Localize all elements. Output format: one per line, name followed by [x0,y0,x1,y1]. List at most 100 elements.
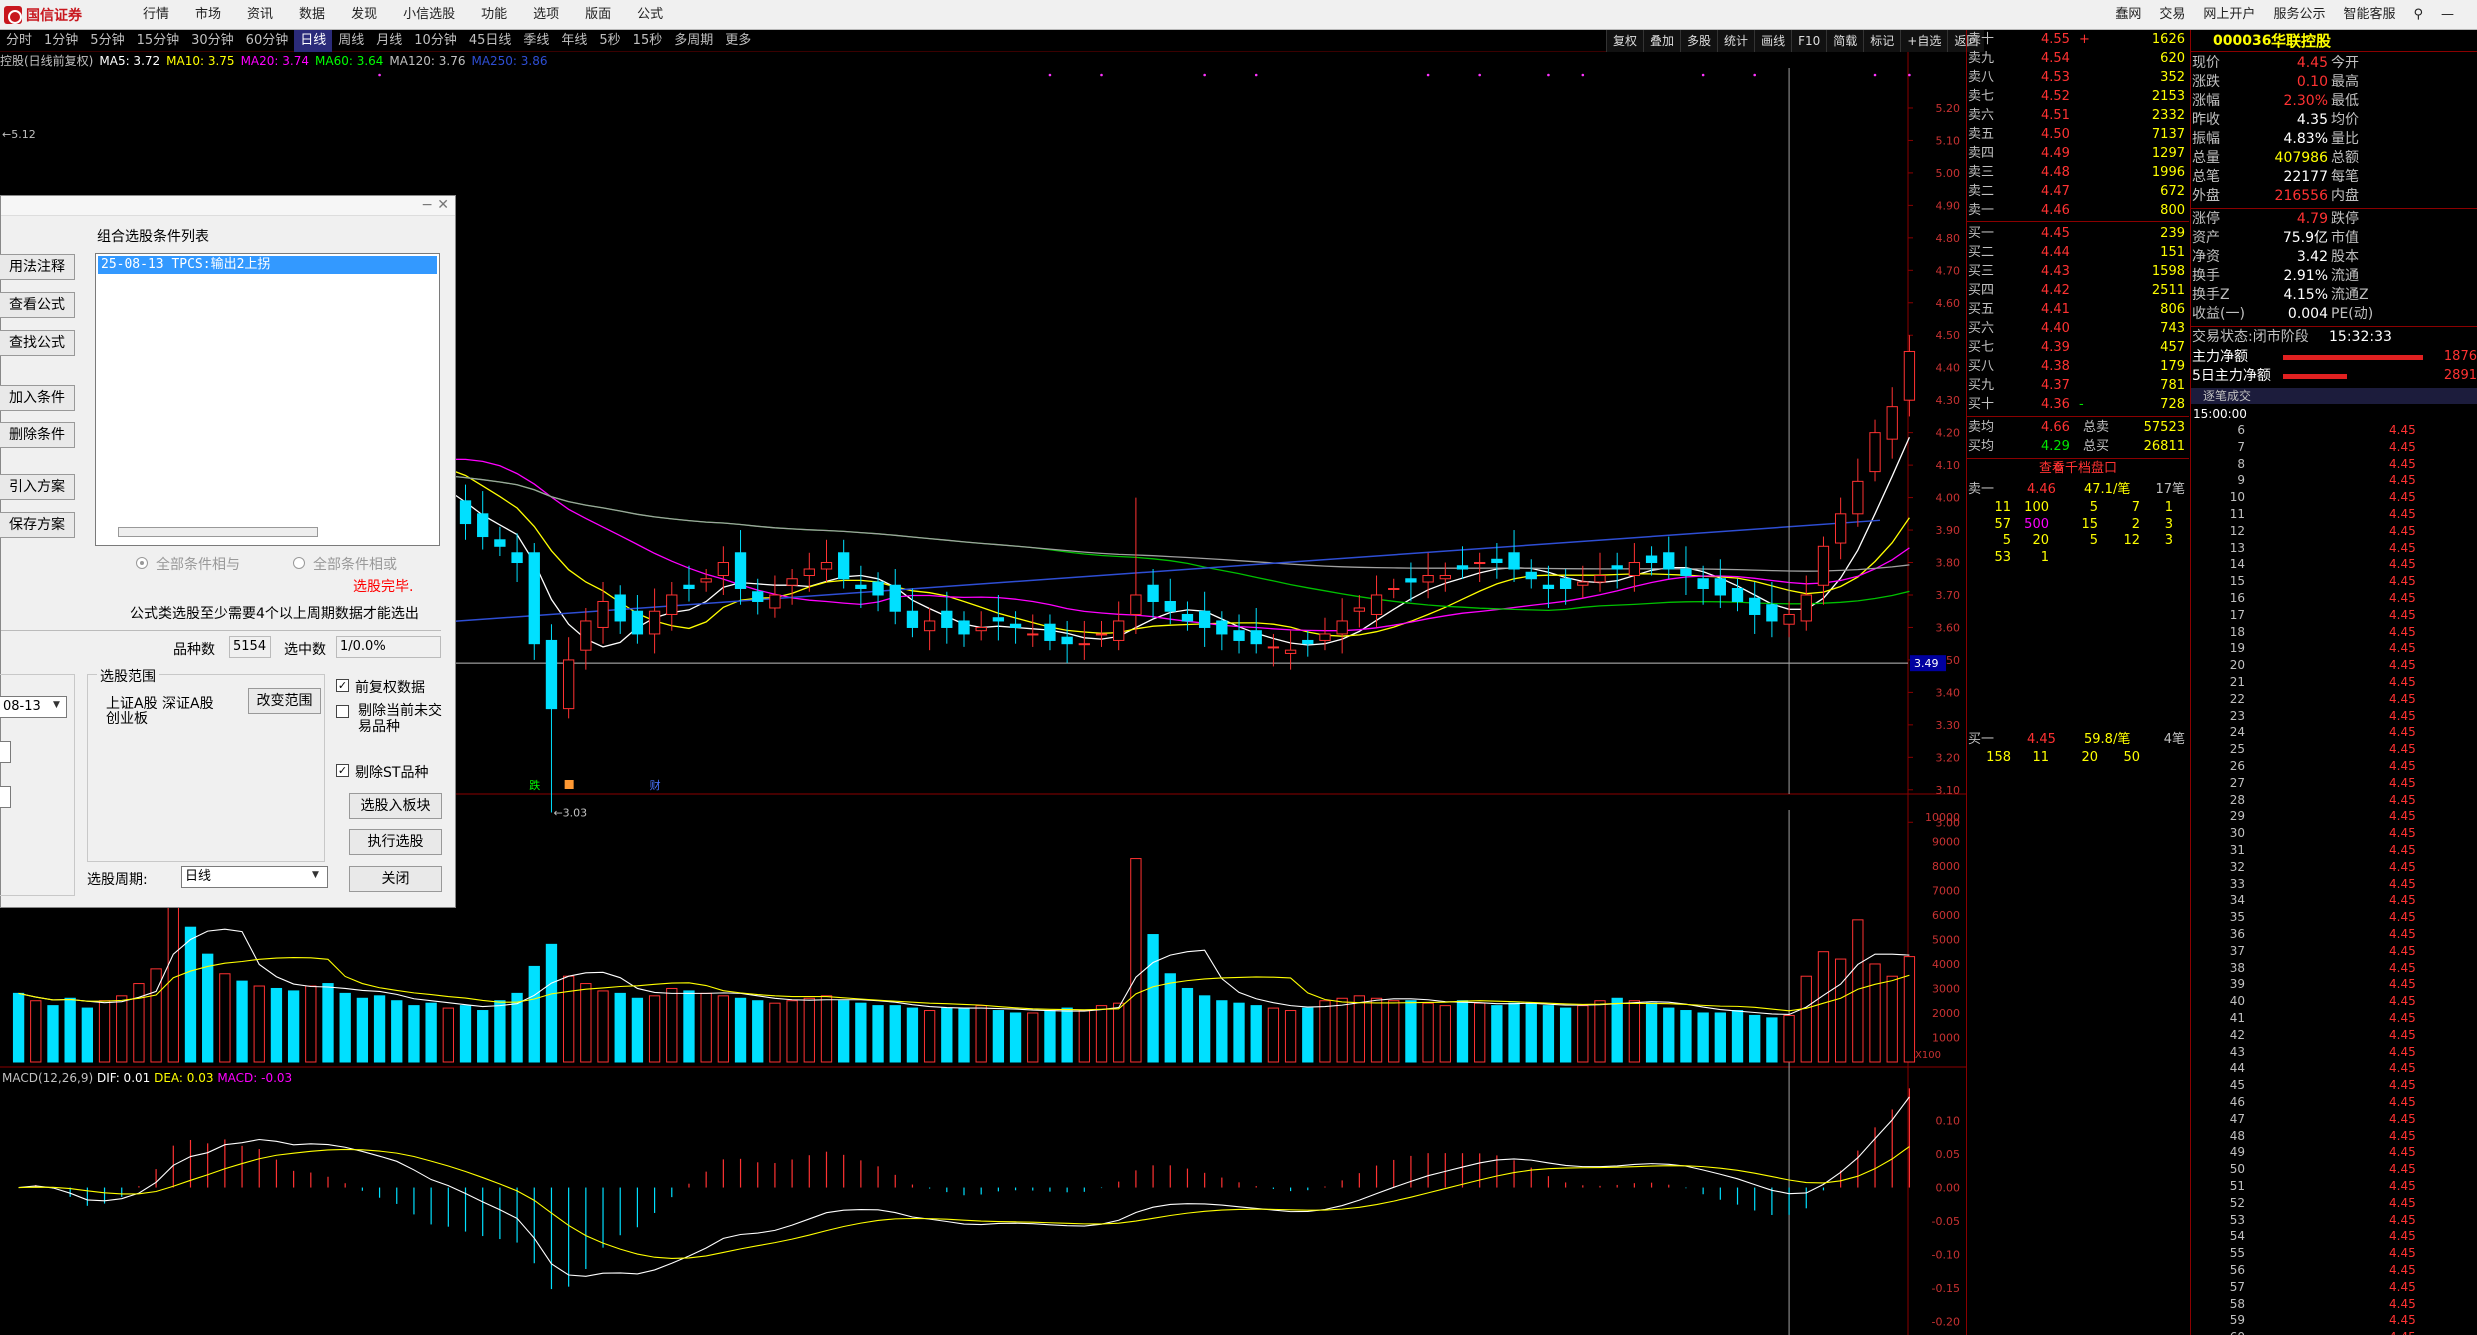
bid-level-5[interactable]: 买六 4.40 743 [1967,319,2189,338]
dropdown-arrow-icon[interactable]: ▼ [53,700,60,710]
menu-right-item-3[interactable]: 服务公示 [2264,0,2334,30]
add-to-block-button[interactable]: 选股入板块 [349,793,442,819]
settings-icon[interactable]: ⚙ [2053,460,2064,474]
bid-level-2[interactable]: 买三 4.43 1598 [1967,262,2189,281]
menu-right-item-4[interactable]: 智能客服 [2334,0,2404,30]
view-depth-link[interactable]: 查看千档盘口 [1967,460,2189,478]
menu-right-item-0[interactable]: 蠢网 [2106,0,2150,30]
period-3[interactable]: 15分钟 [131,30,186,52]
bid-level-4[interactable]: 买五 4.41 806 [1967,300,2189,319]
change-range-button[interactable]: 改变范围 [248,688,321,714]
condition-list[interactable]: 25-08-13 TPCS:输出2上拐 [95,253,440,546]
period-8[interactable]: 月线 [370,30,408,52]
tool-5[interactable]: F10 [1791,30,1827,52]
menu-item-6[interactable]: 功能 [468,0,520,30]
bid-level-3[interactable]: 买四 4.42 2511 [1967,281,2189,300]
menu-item-3[interactable]: 数据 [286,0,338,30]
tool-8[interactable]: +自选 [1900,30,1948,52]
bid-level-1[interactable]: 买二 4.44 151 [1967,243,2189,262]
tool-3[interactable]: 统计 [1717,30,1755,52]
ask-level-3[interactable]: 卖七 4.52 2153 [1967,87,2189,106]
period-0[interactable]: 分时 [0,30,38,52]
tool-4[interactable]: 画线 [1754,30,1792,52]
bid-level-8[interactable]: 买九 4.37 781 [1967,376,2189,395]
spin-field-2[interactable] [0,786,11,808]
menu-item-0[interactable]: 行情 [130,0,182,30]
candle [1783,613,1795,625]
ask-level-6-price: 4.49 [2041,146,2070,161]
volume-bar [1663,1007,1675,1063]
period-11[interactable]: 季线 [517,30,555,52]
view-formula-button[interactable]: 查看公式 [0,292,75,318]
checkbox-st[interactable]: ✓ [336,764,349,777]
period-16[interactable]: 更多 [719,30,757,52]
ask-level-2[interactable]: 卖八 4.53 352 [1967,68,2189,87]
event-mark-2[interactable] [564,780,574,789]
bid-level-7[interactable]: 买八 4.38 179 [1967,357,2189,376]
ask-level-4[interactable]: 卖六 4.51 2332 [1967,106,2189,125]
bid-level-9[interactable]: 买十 4.36- 728 [1967,395,2189,414]
period-14[interactable]: 15秒 [627,30,669,52]
tool-7[interactable]: 标记 [1863,30,1901,52]
period-12[interactable]: 年线 [555,30,593,52]
minimize-window-icon[interactable]: — [2432,0,2463,30]
period-2[interactable]: 5分钟 [84,30,130,52]
minimize-icon[interactable]: − [421,197,433,213]
period-select[interactable]: 日线 [181,866,328,888]
candle [855,584,867,589]
ask-level-0[interactable]: 卖十 4.55 +1626 [1967,30,2189,49]
period-4[interactable]: 30分钟 [185,30,240,52]
period-10[interactable]: 45日线 [463,30,518,52]
execute-screen-button[interactable]: 执行选股 [349,829,442,855]
ask-level-6[interactable]: 卖四 4.49 1297 [1967,144,2189,163]
event-mark-3[interactable]: 财 [650,778,661,792]
menu-item-1[interactable]: 市场 [182,0,234,30]
period-13[interactable]: 5秒 [593,30,626,52]
period-9[interactable]: 10分钟 [408,30,463,52]
save-plan-button[interactable]: 保存方案 [0,512,75,538]
pin-icon[interactable]: ⚲ [2404,0,2432,30]
volume-bar [1731,1010,1744,1063]
menu-item-4[interactable]: 发现 [338,0,390,30]
ask-level-1[interactable]: 卖九 4.54 620 [1967,49,2189,68]
add-condition-button[interactable]: 加入条件 [0,385,75,411]
menu-item-2[interactable]: 资讯 [234,0,286,30]
bid-level-6[interactable]: 买七 4.39 457 [1967,338,2189,357]
period-dropdown-icon[interactable]: ▼ [312,870,319,880]
menu-right-item-1[interactable]: 交易 [2150,0,2194,30]
ask-level-7[interactable]: 卖三 4.48 1996 [1967,163,2189,182]
ask-level-8[interactable]: 卖二 4.47 672 [1967,182,2189,201]
condition-list-item[interactable]: 25-08-13 TPCS:输出2上拐 [98,256,437,274]
close-button[interactable]: 关闭 [349,866,442,892]
tool-6[interactable]: 简载 [1826,30,1864,52]
menu-item-9[interactable]: 公式 [624,0,676,30]
tool-1[interactable]: 叠加 [1643,30,1681,52]
checkbox-remove-untraded[interactable] [336,705,349,718]
radio-or[interactable] [293,557,305,569]
close-icon[interactable]: ✕ [437,197,449,213]
tool-2[interactable]: 多股 [1680,30,1718,52]
menu-item-7[interactable]: 选项 [520,0,572,30]
ask-level-5[interactable]: 卖五 4.50 7137 [1967,125,2189,144]
tool-0[interactable]: 复权 [1606,30,1644,52]
menu-item-8[interactable]: 版面 [572,0,624,30]
ticks-title[interactable]: 逐笔成交 [2191,388,2477,404]
delete-condition-button[interactable]: 删除条件 [0,422,75,448]
period-6[interactable]: 日线 [294,29,333,52]
ask-level-9[interactable]: 卖一 4.46 800 [1967,201,2189,220]
checkbox-fq[interactable]: ✓ [336,679,349,692]
bid-level-0[interactable]: 买一 4.45 239 [1967,224,2189,243]
period-7[interactable]: 周线 [332,30,370,52]
import-plan-button[interactable]: 引入方案 [0,474,75,500]
find-formula-button[interactable]: 查找公式 [0,330,75,356]
period-1[interactable]: 1分钟 [38,30,84,52]
horizontal-scrollbar[interactable] [118,527,318,537]
radio-and[interactable] [136,557,148,569]
period-15[interactable]: 多周期 [668,30,719,52]
usage-note-button[interactable]: 用法注释 [0,254,75,280]
menu-item-5[interactable]: 小信选股 [390,0,468,30]
spin-field-1[interactable] [0,741,11,763]
event-mark-1[interactable]: 跌 [529,778,540,792]
period-5[interactable]: 60分钟 [240,30,295,52]
menu-right-item-2[interactable]: 网上开户 [2194,0,2264,30]
